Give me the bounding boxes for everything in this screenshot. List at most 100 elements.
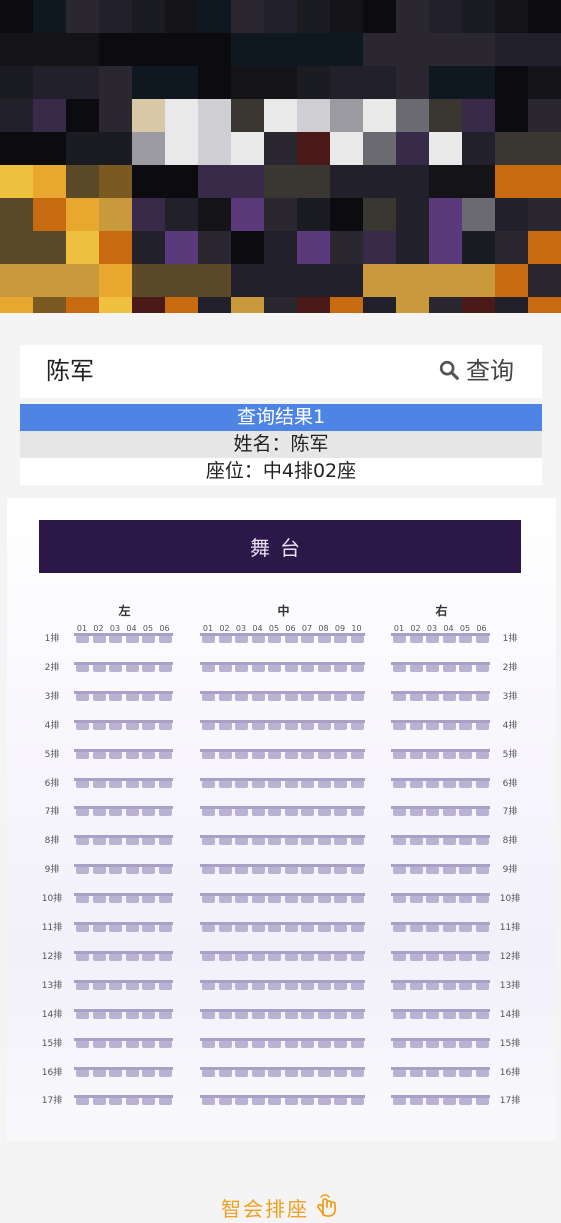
seat[interactable]: [125, 867, 139, 875]
search-button[interactable]: 查询: [438, 354, 514, 389]
seat[interactable]: [125, 1098, 139, 1106]
seat[interactable]: [268, 693, 281, 701]
seat[interactable]: [158, 780, 172, 788]
seat[interactable]: [158, 982, 172, 990]
seat[interactable]: [218, 867, 232, 875]
seat[interactable]: [142, 925, 155, 932]
seat[interactable]: [268, 751, 281, 759]
seat[interactable]: [109, 867, 122, 875]
seat[interactable]: [268, 953, 281, 961]
seat[interactable]: [350, 1040, 364, 1048]
seat[interactable]: [301, 1098, 314, 1106]
seat[interactable]: [158, 1011, 172, 1019]
seat[interactable]: [475, 1069, 489, 1077]
seat[interactable]: [268, 867, 281, 875]
seat[interactable]: [268, 1069, 281, 1077]
seat[interactable]: [301, 1011, 314, 1019]
seat[interactable]: [301, 664, 314, 672]
seat[interactable]: [251, 751, 265, 759]
seat[interactable]: [109, 896, 122, 904]
seat[interactable]: [284, 780, 298, 788]
seat[interactable]: [334, 953, 347, 961]
seat[interactable]: [350, 867, 364, 875]
seat[interactable]: [125, 982, 139, 990]
seat[interactable]: [202, 693, 215, 701]
seat[interactable]: [218, 722, 232, 730]
seat[interactable]: [202, 953, 215, 961]
seat[interactable]: [459, 809, 472, 817]
seat[interactable]: [459, 751, 472, 759]
seat[interactable]: [142, 867, 155, 875]
seat[interactable]: [475, 780, 489, 788]
seat[interactable]: [109, 636, 122, 643]
seat[interactable]: [350, 838, 364, 846]
seat[interactable]: [251, 867, 265, 875]
seat[interactable]: [251, 953, 265, 961]
seat[interactable]: [409, 1011, 423, 1019]
seat[interactable]: [251, 925, 265, 932]
seat[interactable]: [301, 1069, 314, 1077]
seat[interactable]: [142, 664, 155, 672]
seat[interactable]: [92, 953, 106, 961]
seat[interactable]: [317, 867, 331, 875]
seat[interactable]: [92, 809, 106, 817]
seat[interactable]: [235, 982, 248, 990]
seat[interactable]: [76, 982, 89, 990]
seat[interactable]: [393, 636, 406, 643]
seat[interactable]: [334, 664, 347, 672]
seat[interactable]: [350, 982, 364, 990]
seat[interactable]: [218, 809, 232, 817]
seat[interactable]: [202, 1011, 215, 1019]
seat[interactable]: [202, 664, 215, 672]
seat[interactable]: [317, 1040, 331, 1048]
seat[interactable]: [109, 664, 122, 672]
seat[interactable]: [92, 838, 106, 846]
seat[interactable]: [334, 722, 347, 730]
seat[interactable]: [268, 896, 281, 904]
seat[interactable]: [442, 896, 456, 904]
seat[interactable]: [350, 693, 364, 701]
seat[interactable]: [317, 693, 331, 701]
seat[interactable]: [301, 1040, 314, 1048]
seat[interactable]: [393, 1098, 406, 1106]
seat[interactable]: [350, 780, 364, 788]
seat[interactable]: [218, 982, 232, 990]
seat[interactable]: [92, 1069, 106, 1077]
seat[interactable]: [409, 751, 423, 759]
seat[interactable]: [76, 664, 89, 672]
seat[interactable]: [393, 1069, 406, 1077]
seat[interactable]: [109, 1098, 122, 1106]
seat[interactable]: [301, 925, 314, 932]
seat[interactable]: [409, 896, 423, 904]
seat[interactable]: [158, 693, 172, 701]
seat[interactable]: [251, 1011, 265, 1019]
seat[interactable]: [409, 953, 423, 961]
seat[interactable]: [76, 867, 89, 875]
seat[interactable]: [284, 896, 298, 904]
seat[interactable]: [125, 780, 139, 788]
seat[interactable]: [409, 925, 423, 932]
seat[interactable]: [218, 780, 232, 788]
seat[interactable]: [409, 1069, 423, 1077]
seat[interactable]: [142, 953, 155, 961]
seat[interactable]: [251, 664, 265, 672]
seat[interactable]: [426, 664, 439, 672]
seat[interactable]: [251, 693, 265, 701]
seat[interactable]: [350, 925, 364, 932]
seat[interactable]: [284, 1011, 298, 1019]
seat[interactable]: [251, 1098, 265, 1106]
seat[interactable]: [235, 953, 248, 961]
seat[interactable]: [251, 780, 265, 788]
seat[interactable]: [442, 693, 456, 701]
seat[interactable]: [317, 1069, 331, 1077]
seat[interactable]: [202, 636, 215, 643]
seat[interactable]: [235, 636, 248, 643]
seat[interactable]: [235, 1040, 248, 1048]
seat[interactable]: [426, 1069, 439, 1077]
seat[interactable]: [76, 751, 89, 759]
seat[interactable]: [317, 982, 331, 990]
seat[interactable]: [76, 896, 89, 904]
seat[interactable]: [334, 896, 347, 904]
seat[interactable]: [442, 925, 456, 932]
seat[interactable]: [442, 780, 456, 788]
